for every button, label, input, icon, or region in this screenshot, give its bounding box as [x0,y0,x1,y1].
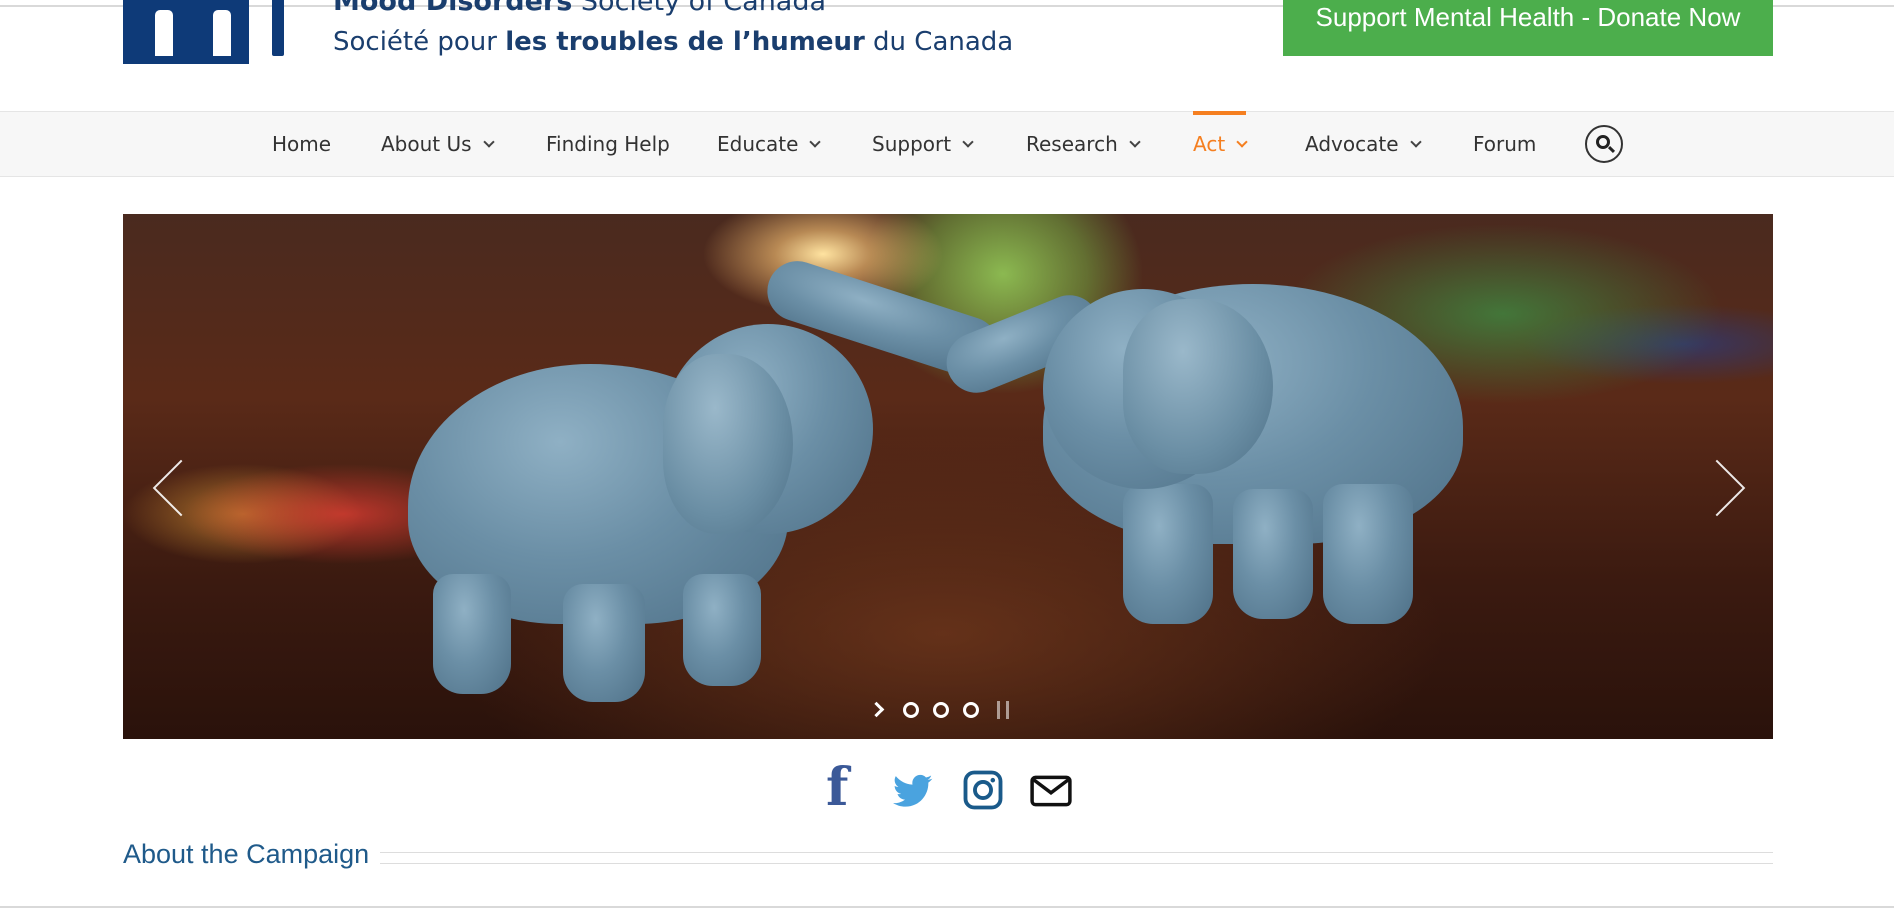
donate-button[interactable]: Support Mental Health - Donate Now [1283,0,1773,56]
slider-controls [868,698,1009,722]
chevron-right-icon [868,701,885,718]
twitter-icon[interactable] [891,765,935,815]
hero-slider[interactable] [123,214,1773,739]
nav-item-educate[interactable]: Educate [717,112,822,176]
section-divider [380,852,1773,864]
slide-image [123,214,1773,739]
chevron-down-icon [482,135,495,148]
org-name-french[interactable]: Société pour les troubles de l’humeur du… [333,27,1013,57]
chevron-down-icon [1236,135,1248,148]
pause-icon[interactable] [997,701,1009,719]
slider-dot-3[interactable] [963,702,979,718]
nav-item-label: Advocate [1305,132,1399,156]
site-logo[interactable] [123,0,249,64]
nav-item-advocate[interactable]: Advocate [1305,112,1422,176]
slider-prev-arrow[interactable] [145,454,210,524]
logo-figure-icon [266,0,290,56]
org-name-english[interactable]: Mood Disorders Society of Canada [333,0,826,17]
org-name-fr-bold: les troubles de l’humeur [505,27,865,57]
nav-item-finding-help[interactable]: Finding Help [546,112,670,176]
nav-item-research[interactable]: Research [1026,112,1141,176]
nav-item-label: Home [272,132,332,156]
section-title: About the Campaign [123,839,370,869]
facebook-icon[interactable]: f [826,762,862,815]
slider-next-arrow[interactable] [1688,454,1751,524]
slider-dot-1[interactable] [903,702,919,718]
org-name-fr-light-1: Société pour [333,27,497,57]
nav-item-label: Act [1193,132,1226,156]
instagram-icon[interactable] [962,765,1004,815]
nav-item-label: Research [1026,132,1118,156]
logo-figure-icon [213,10,231,56]
nav-item-forum[interactable]: Forum [1473,112,1536,176]
nav-item-support[interactable]: Support [872,112,974,176]
nav-item-label: Support [872,132,952,156]
org-name-en-bold: Mood Disorders [333,0,573,17]
nav-item-label: About Us [381,132,472,156]
org-name-fr-light-2: du Canada [873,27,1014,57]
slider-play-next-button[interactable] [868,699,889,721]
nav-item-label: Educate [717,132,799,156]
nav-item-label: Finding Help [546,132,670,156]
nav-item-act[interactable]: Act [1193,111,1248,176]
nav-item-label: Forum [1473,132,1537,156]
bottom-divider [0,906,1894,908]
chevron-down-icon [1409,135,1422,148]
chevron-down-icon [1129,135,1141,148]
nav-item-about-us[interactable]: About Us [381,112,495,176]
chevron-down-icon [809,135,822,148]
mail-icon[interactable] [1030,765,1072,815]
chevron-down-icon [962,135,974,148]
org-name-en-light: Society of Canada [580,0,827,17]
nav-item-home[interactable]: Home [272,112,331,176]
search-button[interactable] [1585,125,1623,163]
slider-dot-2[interactable] [933,702,949,718]
main-nav: Home About Us Finding Help Educate Suppo… [0,111,1894,177]
logo-figure-icon [155,10,173,56]
